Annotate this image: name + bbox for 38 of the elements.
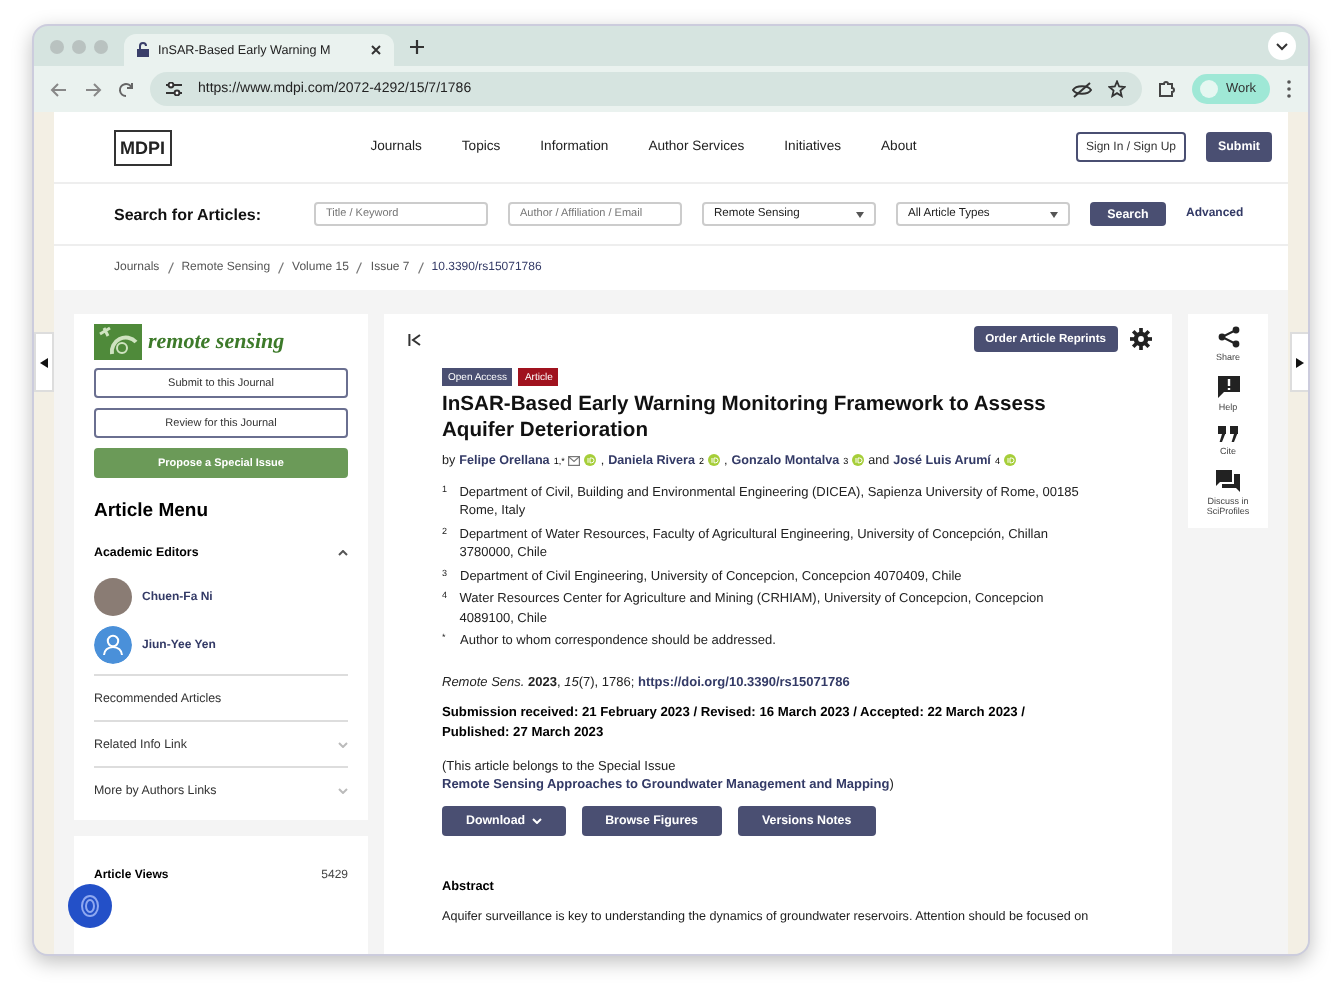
tab-list-icon[interactable] bbox=[1268, 32, 1296, 60]
new-tab-icon[interactable] bbox=[410, 39, 424, 53]
mdpi-logo[interactable]: MDPI bbox=[114, 129, 171, 165]
puzzle-icon[interactable] bbox=[1157, 80, 1176, 98]
close-icon[interactable] bbox=[370, 44, 382, 56]
breadcrumb-separator-icon bbox=[167, 262, 174, 274]
chevron-icon[interactable] bbox=[338, 550, 348, 556]
email-icon[interactable] bbox=[568, 455, 581, 466]
help-icon[interactable] bbox=[1217, 376, 1239, 398]
avatar-photo-placeholder bbox=[94, 578, 132, 616]
more-icon[interactable] bbox=[1286, 80, 1292, 98]
back-icon[interactable] bbox=[50, 81, 68, 97]
caret-down-icon[interactable] bbox=[856, 211, 864, 217]
site-settings-icon[interactable] bbox=[166, 82, 182, 96]
reload-icon[interactable] bbox=[118, 81, 134, 97]
expand-right-button[interactable] bbox=[1290, 332, 1308, 392]
forward-icon[interactable] bbox=[84, 81, 102, 97]
fingerprint-button[interactable] bbox=[68, 884, 112, 928]
collapse-left-icon[interactable] bbox=[408, 333, 422, 345]
chat-icon[interactable] bbox=[1216, 470, 1240, 492]
expand-left-button[interactable] bbox=[34, 332, 54, 392]
quote-icon[interactable] bbox=[1217, 426, 1239, 442]
caret-right-icon[interactable] bbox=[1296, 357, 1304, 367]
eye-slash-icon[interactable] bbox=[1071, 81, 1092, 97]
breadcrumb-separator-icon bbox=[417, 262, 424, 274]
search-label: Search for Articles: bbox=[114, 205, 264, 223]
user-avatar-icon bbox=[94, 626, 132, 664]
caret-down-icon[interactable] bbox=[1050, 211, 1058, 217]
breadcrumb-separator-icon bbox=[278, 262, 285, 274]
star-icon[interactable] bbox=[1107, 80, 1126, 98]
settings-icon[interactable] bbox=[1130, 328, 1152, 350]
breadcrumb-separator-icon bbox=[356, 262, 363, 274]
article-title: InSAR-Based Early Warning Monitoring Framework to Assess Aquifer Deterioration bbox=[442, 394, 1048, 446]
caret-left-icon[interactable] bbox=[40, 357, 48, 367]
journal-logo[interactable]: remote sensing bbox=[94, 324, 348, 360]
lock-icon bbox=[136, 42, 150, 58]
article-menu-heading: Article Menu bbox=[94, 500, 211, 522]
share-icon[interactable] bbox=[1217, 326, 1239, 348]
